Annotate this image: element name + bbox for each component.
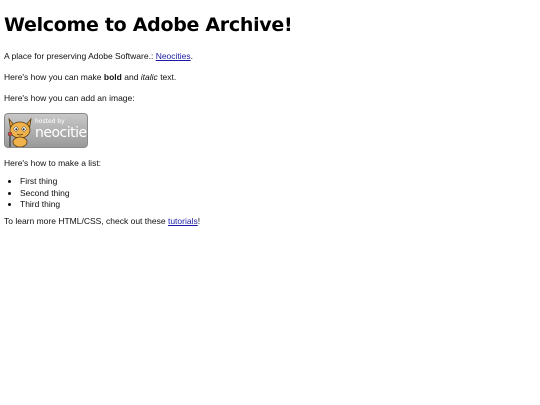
intro-text: A place for preserving Adobe Software.: [4, 51, 154, 61]
neocities-link[interactable]: Neocities [156, 51, 191, 61]
badge-hosted-text: hosted by [35, 118, 65, 125]
badge-brand-text: neocities [35, 125, 88, 141]
formatting-paragraph: Here's how you can make bold and italic … [4, 71, 540, 83]
hosted-by-neocities-badge[interactable]: hosted by neocities [4, 113, 88, 148]
learn-prefix: To learn more HTML/CSS, check out these [4, 215, 166, 226]
formatting-prefix: Here's how you can make [4, 72, 102, 82]
list-intro: Here's how to make a list: [4, 158, 102, 168]
intro-end: . [190, 51, 194, 61]
italic-word: italic [140, 72, 158, 82]
image-paragraph: Here's how you can add an image: [4, 93, 135, 103]
tutorials-link[interactable]: tutorials [168, 216, 198, 226]
list-item: Third thing [20, 199, 540, 211]
page-title: Welcome to Adobe Archive! [4, 14, 293, 36]
intro-paragraph: A place for preserving Adobe Software.: … [4, 50, 540, 62]
formatting-suffix: text. [160, 72, 177, 82]
bold-word: bold [103, 72, 122, 82]
example-list: First thing Second thing Third thing [4, 176, 540, 211]
learn-end: ! [197, 215, 201, 226]
learn-paragraph: To learn more HTML/CSS, check out these … [4, 215, 540, 227]
list-item: Second thing [20, 188, 540, 200]
formatting-and: and [124, 72, 139, 82]
page: Welcome to Adobe Archive! A place for pr… [0, 0, 540, 405]
neocities-cat-icon [7, 117, 32, 147]
list-item: First thing [20, 176, 540, 188]
